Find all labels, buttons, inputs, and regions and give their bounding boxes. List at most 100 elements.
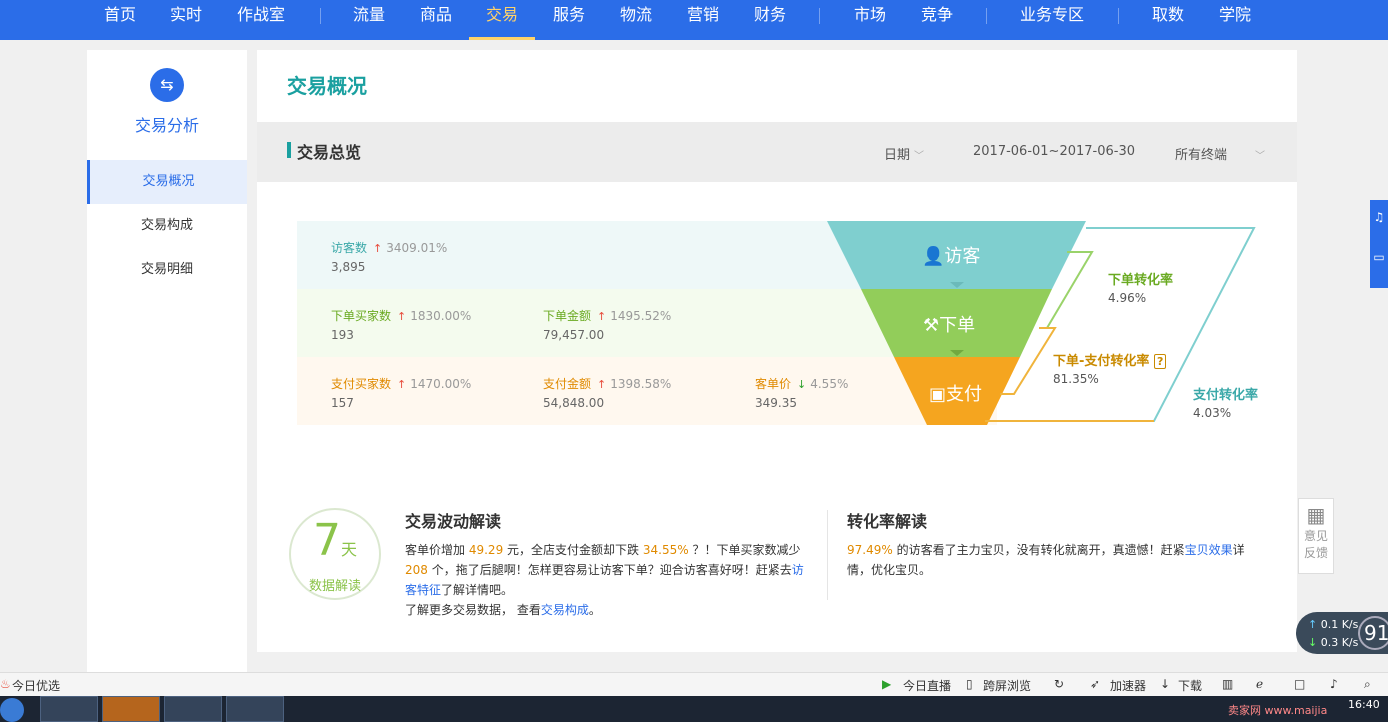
seven-day-badge: 7天 数据解读 xyxy=(289,508,381,600)
nav-item-market[interactable]: 市场 xyxy=(850,0,890,40)
start-button[interactable] xyxy=(0,698,24,722)
sidebar-item-trade-details[interactable]: 交易明细 xyxy=(87,248,247,292)
date-filter-dropdown[interactable]: 日期 ﹀ xyxy=(884,144,924,163)
bell-icon[interactable]: ♫ xyxy=(1370,210,1388,224)
metric-pay-buyers: 支付买家数 ↑ 1470.00% 157 xyxy=(331,375,471,410)
metric-change: 1830.00% xyxy=(410,309,472,323)
rate-label: 支付转化率 xyxy=(1193,388,1259,403)
main-panel: 交易概况 交易总览 日期 ﹀ 2017-06-01~2017-06-30 所有终端… xyxy=(257,50,1297,652)
browser-status-bar: ♨ 今日优选 ▶ 今日直播 ▯ 跨屏浏览 ↻ ➶ 加速器 ↓ 下载 ▥ ℯ □ … xyxy=(0,672,1388,696)
metric-order-amount: 下单金额 ↑ 1495.52% 79,457.00 xyxy=(543,307,671,342)
speed-unit: K/s xyxy=(1341,618,1359,631)
speed-unit: K/s xyxy=(1341,636,1359,649)
download-icon: ↓ xyxy=(1308,636,1318,649)
stage-label: 下单 xyxy=(939,315,976,336)
nav-item-business-zone[interactable]: 业务专区 xyxy=(1016,0,1088,40)
metric-change: 1495.52% xyxy=(610,309,672,323)
nav-item-service[interactable]: 服务 xyxy=(549,0,589,40)
metric-value: 54,848.00 xyxy=(543,396,605,410)
network-speed-widget: ↑ 0.1 K/s ↓ 0.3 K/s 91 xyxy=(1296,612,1388,654)
status-item-cross-screen[interactable]: 跨屏浏览 xyxy=(983,677,1031,694)
metric-label: 支付买家数 xyxy=(331,377,392,391)
badge-unit: 天 xyxy=(340,540,357,559)
page-title: 交易概况 xyxy=(287,74,367,98)
nav-item-war-room[interactable]: 作战室 xyxy=(232,0,290,40)
nav-item-academy[interactable]: 学院 xyxy=(1215,0,1255,40)
nav-item-traffic[interactable]: 流量 xyxy=(349,0,389,40)
nav-item-home[interactable]: 首页 xyxy=(100,0,140,40)
today-picks-link[interactable]: 今日优选 xyxy=(12,677,60,694)
phone-icon: ▯ xyxy=(966,677,973,691)
sidebar-title: 交易分析 xyxy=(134,116,199,135)
layout-icon[interactable]: ▥ xyxy=(1222,677,1233,691)
nav-item-marketing[interactable]: 营销 xyxy=(683,0,723,40)
rocket-icon: ➶ xyxy=(1090,677,1101,691)
chat-icon[interactable]: ▭ xyxy=(1370,250,1388,264)
nav-item-competition[interactable]: 竞争 xyxy=(917,0,957,40)
taskbar-app-view[interactable] xyxy=(226,696,284,722)
nav-item-realtime[interactable]: 实时 xyxy=(166,0,206,40)
section-header: 交易总览 日期 ﹀ 2017-06-01~2017-06-30 所有终端 ﹀ xyxy=(257,122,1297,182)
help-icon[interactable]: ? xyxy=(1153,354,1167,369)
metric-change: 1470.00% xyxy=(410,377,472,391)
sidebar: ⇆ 交易分析 交易概况 交易构成 交易明细 xyxy=(87,50,247,672)
section-marker xyxy=(287,142,291,158)
interpretation-title: 交易波动解读 xyxy=(405,512,502,531)
metric-label: 支付金额 xyxy=(543,377,592,391)
arrow-up-icon: ↑ xyxy=(397,378,407,391)
sidebar-item-trade-composition[interactable]: 交易构成 xyxy=(87,204,247,248)
metric-value: 157 xyxy=(331,396,354,410)
stage-label: 访客 xyxy=(944,246,981,267)
user-icon: 👤 xyxy=(922,246,945,267)
date-range[interactable]: 2017-06-01~2017-06-30 xyxy=(973,144,1135,159)
status-item-accelerator[interactable]: 加速器 xyxy=(1110,677,1146,694)
feedback-widget[interactable]: ▦ 意见 反馈 xyxy=(1298,498,1334,574)
play-icon: ▶ xyxy=(882,677,892,691)
gavel-icon: ⚒ xyxy=(923,315,940,336)
nav-item-fetch-data[interactable]: 取数 xyxy=(1148,0,1188,40)
metric-value: 3,895 xyxy=(331,260,366,274)
arrow-up-icon: ↑ xyxy=(373,242,383,255)
sidebar-item-trade-overview[interactable]: 交易概况 xyxy=(87,160,247,204)
rate-value: 4.03% xyxy=(1193,406,1232,420)
feedback-label: 反馈 xyxy=(1303,546,1328,560)
zoom-icon[interactable]: ⌕ xyxy=(1364,677,1371,692)
terminal-filter-dropdown[interactable]: 所有终端 ﹀ xyxy=(1175,144,1265,163)
item-effect-link[interactable]: 宝贝效果 xyxy=(1185,543,1233,557)
badge-label: 数据解读 xyxy=(308,579,361,594)
trade-fluctuation-interpretation: 交易波动解读 客单价增加 49.29 元，全店支付金额却下跌 34.55% ？！… xyxy=(405,512,805,620)
status-item-live[interactable]: 今日直播 xyxy=(903,677,951,694)
funnel-label-order: ⚒下单 xyxy=(923,311,975,337)
conversion-interpretation: 转化率解读 97.49% 的访客看了主力宝贝，没有转化就离开，真遗憾！赶紧宝贝效… xyxy=(847,512,1257,580)
stage-label: 支付 xyxy=(946,384,983,405)
arrow-up-icon: ↑ xyxy=(597,378,607,391)
ie-icon[interactable]: ℯ xyxy=(1256,677,1263,691)
nav-divider xyxy=(986,8,987,24)
nav-item-product[interactable]: 商品 xyxy=(416,0,456,40)
top-nav: 首页 实时 作战室 流量 商品 交易 服务 物流 营销 财务 市场 竞争 业务专… xyxy=(0,0,1388,40)
nav-item-finance[interactable]: 财务 xyxy=(750,0,790,40)
trade-composition-link[interactable]: 交易构成 xyxy=(541,603,589,617)
status-item-download[interactable]: 下载 xyxy=(1178,677,1202,694)
upload-icon: ↑ xyxy=(1308,618,1318,631)
fire-icon: ♨ xyxy=(0,677,11,691)
interpretation-text: 客单价增加 49.29 元，全店支付金额却下跌 34.55% ？！下单买家数减少… xyxy=(405,543,804,597)
speaker-icon[interactable]: ♪ xyxy=(1330,677,1338,691)
feedback-label: 意见 xyxy=(1303,529,1328,543)
nav-item-trade[interactable]: 交易 xyxy=(469,0,535,40)
taskbar-app-refresh[interactable] xyxy=(40,696,98,722)
metric-change: 1398.58% xyxy=(610,377,672,391)
nav-item-logistics[interactable]: 物流 xyxy=(616,0,656,40)
date-filter-label: 日期 xyxy=(884,148,911,163)
taskbar-app-w[interactable] xyxy=(164,696,222,722)
taskbar-app-fruit[interactable] xyxy=(102,696,160,722)
rate-label: 下单转化率 xyxy=(1108,273,1174,288)
rate-label: 下单-支付转化率 xyxy=(1053,354,1150,369)
clock: 16:40 xyxy=(1348,698,1380,711)
order-rate: 下单转化率 4.96% xyxy=(1108,269,1173,305)
nav-divider xyxy=(1118,8,1119,24)
refresh-icon[interactable]: ↻ xyxy=(1054,677,1064,691)
window-icon[interactable]: □ xyxy=(1294,677,1305,691)
speed-gauge: 91 xyxy=(1358,616,1388,650)
arrow-up-icon: ↑ xyxy=(397,310,407,323)
